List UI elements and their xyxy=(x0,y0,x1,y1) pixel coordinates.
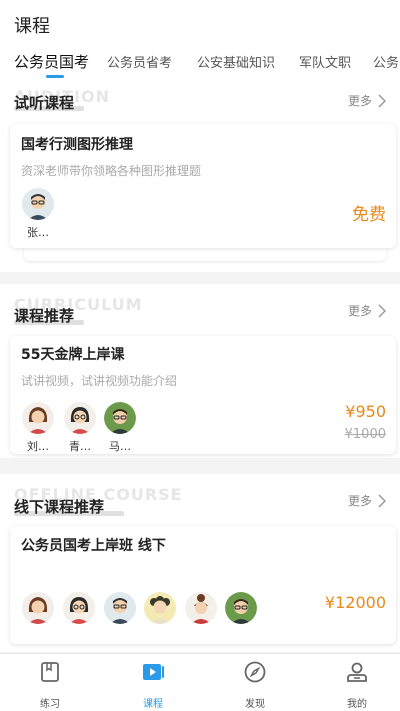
tab-shengkao[interactable]: 公务员省考 xyxy=(107,52,172,71)
teacher[interactable]: 马… xyxy=(102,402,138,454)
play-icon xyxy=(143,664,164,680)
course-title: 55天金牌上岸课 xyxy=(21,347,125,363)
compass-icon xyxy=(244,661,266,683)
nav-label: 练习 xyxy=(40,699,60,710)
stacked-card-shadow xyxy=(24,247,386,261)
nav-label: 我的 xyxy=(347,699,367,710)
price-free: 免费 xyxy=(352,205,386,225)
offline-section: OFFLINE COURSE 线下课程推荐 更多 公务员国考上岸班 线下 ¥12… xyxy=(0,474,400,652)
woman-curly-avatar xyxy=(144,592,176,624)
price: ¥950 xyxy=(345,402,386,421)
nav-label: 发现 xyxy=(245,699,265,710)
book-icon xyxy=(41,662,59,682)
woman-glasses-avatar xyxy=(64,402,96,434)
teacher[interactable]: 刘… xyxy=(20,402,56,454)
teacher[interactable] xyxy=(223,592,259,624)
user-icon xyxy=(347,662,367,682)
nav-practice[interactable]: 练习 xyxy=(20,660,80,710)
chevron-right-icon xyxy=(378,303,386,318)
teacher-name: 张… xyxy=(27,226,49,239)
more-label: 更多 xyxy=(347,94,372,108)
audition-section: AUDITION 试听课程 更多 国考行测图形推理 资深老师带你领略各种图形推理… xyxy=(0,84,400,272)
course-card[interactable]: 公务员国考上岸班 线下 ¥12000 xyxy=(10,526,396,644)
nav-courses[interactable]: 课程 xyxy=(123,660,183,710)
teacher-name: 青… xyxy=(69,440,91,453)
more-label: 更多 xyxy=(347,494,372,508)
nav-label: 课程 xyxy=(143,699,163,710)
man-glasses-avatar xyxy=(22,188,54,220)
more-link[interactable]: 更多 xyxy=(348,92,386,109)
teacher[interactable] xyxy=(20,592,56,624)
man-green-avatar xyxy=(225,592,257,624)
man-glasses-avatar xyxy=(104,592,136,624)
man-green-avatar xyxy=(104,402,136,434)
tab-more-overflow[interactable]: 公务 xyxy=(373,52,399,71)
price-original: ¥1000 xyxy=(344,427,386,442)
more-label: 更多 xyxy=(347,304,372,318)
teacher[interactable] xyxy=(142,592,178,624)
teacher[interactable] xyxy=(183,592,219,624)
bottom-nav: 练习 课程 发现 我的 xyxy=(0,653,400,711)
section-title: 课程推荐 xyxy=(14,307,75,325)
teacher-name: 刘… xyxy=(27,440,49,453)
course-desc: 试讲视频，试讲视频功能介绍 xyxy=(21,374,178,388)
woman-avatar xyxy=(22,402,54,434)
woman-bun-avatar xyxy=(185,592,217,624)
nav-discover[interactable]: 发现 xyxy=(225,660,285,710)
tab-gongan[interactable]: 公安基础知识 xyxy=(197,52,275,71)
top-bar: 课程 公务员国考 公务员省考 公安基础知识 军队文职 公务 xyxy=(0,0,400,84)
page-title: 课程 xyxy=(14,16,50,37)
tab-guokao[interactable]: 公务员国考 xyxy=(14,51,89,72)
course-title: 国考行测图形推理 xyxy=(21,137,133,153)
section-title: 线下课程推荐 xyxy=(14,498,105,516)
course-title: 公务员国考上岸班 线下 xyxy=(21,538,166,554)
price: ¥12000 xyxy=(324,593,386,612)
woman-avatar xyxy=(22,592,54,624)
nav-profile[interactable]: 我的 xyxy=(327,660,387,710)
teacher-name: 马… xyxy=(109,440,131,453)
teacher[interactable]: 张… xyxy=(20,188,56,240)
chevron-right-icon xyxy=(378,93,386,108)
chevron-right-icon xyxy=(378,493,386,508)
woman-glasses-avatar xyxy=(63,592,95,624)
section-title: 试听课程 xyxy=(14,94,75,112)
teacher[interactable] xyxy=(61,592,97,624)
course-card[interactable]: 国考行测图形推理 资深老师带你领略各种图形推理题 张… 免费 xyxy=(10,124,396,248)
tab-wenzhi[interactable]: 军队文职 xyxy=(299,52,351,71)
course-desc: 资深老师带你领略各种图形推理题 xyxy=(21,164,202,178)
active-tab-indicator xyxy=(46,75,64,78)
teacher[interactable]: 青… xyxy=(62,402,98,454)
more-link[interactable]: 更多 xyxy=(348,492,386,509)
curriculum-section: CURRICULUM 课程推荐 更多 55天金牌上岸课 试讲视频，试讲视频功能介… xyxy=(0,284,400,458)
teacher[interactable] xyxy=(102,592,138,624)
course-card[interactable]: 55天金牌上岸课 试讲视频，试讲视频功能介绍 刘… 青… 马… ¥950 ¥10… xyxy=(10,336,396,454)
more-link[interactable]: 更多 xyxy=(348,302,386,319)
category-tabs: 公务员国考 公务员省考 公安基础知识 军队文职 公务 xyxy=(0,50,400,80)
